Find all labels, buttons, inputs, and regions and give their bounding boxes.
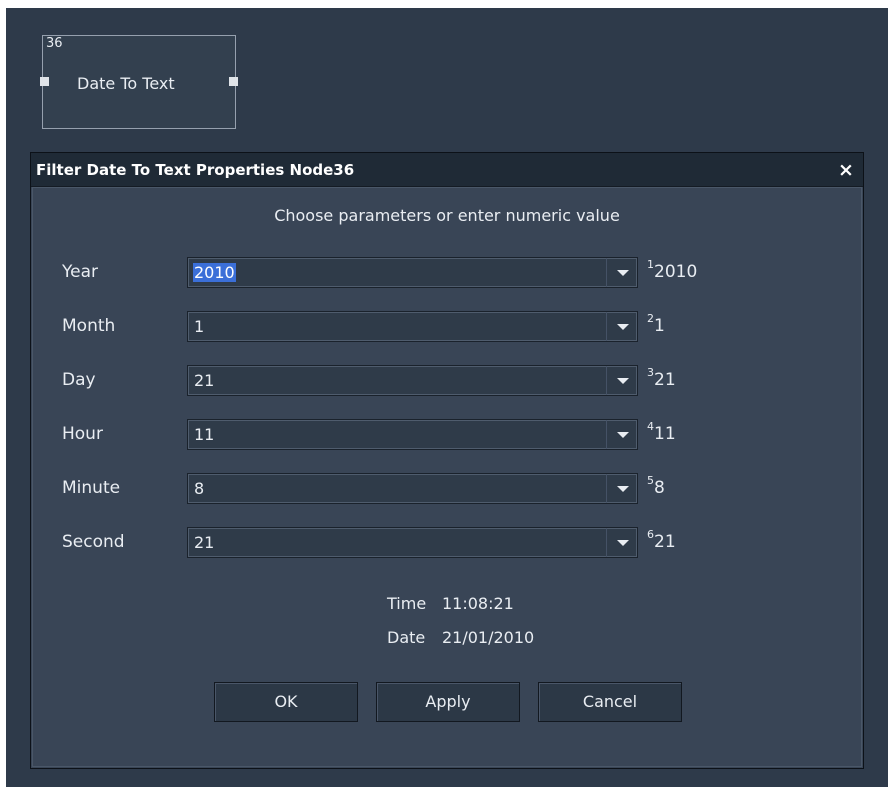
chevron-down-icon[interactable] [606, 528, 637, 557]
month-combo[interactable]: 1 [187, 311, 638, 342]
day-index: 3 [647, 366, 654, 379]
filter-node[interactable]: 36 Date To Text [40, 35, 238, 129]
second-combo[interactable]: 21 [187, 527, 638, 558]
minute-combo[interactable]: 8 [187, 473, 638, 504]
day-combo[interactable]: 21 [187, 365, 638, 396]
day-value[interactable]: 21 [194, 371, 214, 390]
hour-index: 4 [647, 420, 654, 433]
time-label: Time [387, 594, 427, 613]
month-numeric: 1 [654, 316, 665, 336]
dialog-title: Filter Date To Text Properties Node36 [36, 161, 355, 179]
month-index: 2 [647, 312, 654, 325]
minute-index: 5 [647, 474, 654, 487]
minute-value[interactable]: 8 [194, 479, 204, 498]
minute-label: Minute [62, 478, 121, 498]
minute-numeric: 8 [654, 478, 665, 498]
year-value[interactable]: 2010 [193, 263, 236, 282]
hour-value[interactable]: 11 [194, 425, 214, 444]
node-id: 36 [46, 36, 63, 51]
node-title: Date To Text [77, 74, 175, 93]
apply-button[interactable]: Apply [376, 682, 520, 722]
ok-button[interactable]: OK [214, 682, 358, 722]
chevron-down-icon[interactable] [606, 474, 637, 503]
close-icon[interactable]: × [835, 159, 857, 181]
dialog-heading: Choose parameters or enter numeric value [274, 206, 620, 225]
chevron-down-icon[interactable] [606, 420, 637, 449]
year-numeric: 2010 [654, 262, 698, 282]
time-value: 11:08:21 [442, 594, 514, 613]
date-label: Date [387, 628, 426, 647]
second-value[interactable]: 21 [194, 533, 214, 552]
hour-numeric: 11 [654, 424, 676, 444]
date-value: 21/01/2010 [442, 628, 535, 647]
day-label: Day [62, 370, 96, 390]
chevron-down-icon[interactable] [606, 312, 637, 341]
hour-combo[interactable]: 11 [187, 419, 638, 450]
dialog-titlebar[interactable]: Filter Date To Text Properties Node36 × [31, 153, 863, 187]
chevron-down-icon[interactable] [606, 366, 637, 395]
second-index: 6 [647, 528, 654, 541]
chevron-down-icon[interactable] [606, 258, 637, 287]
year-combo[interactable]: 2010 [187, 257, 638, 288]
month-value[interactable]: 1 [194, 317, 204, 336]
day-numeric: 21 [654, 370, 676, 390]
month-label: Month [62, 316, 116, 336]
second-numeric: 21 [654, 532, 676, 552]
cancel-button[interactable]: Cancel [538, 682, 682, 722]
hour-label: Hour [62, 424, 103, 444]
output-port[interactable] [229, 77, 238, 86]
second-label: Second [62, 532, 125, 552]
properties-dialog: Filter Date To Text Properties Node36 × … [30, 152, 864, 769]
input-port[interactable] [40, 77, 49, 86]
year-label: Year [62, 262, 98, 282]
year-index: 1 [647, 258, 654, 271]
